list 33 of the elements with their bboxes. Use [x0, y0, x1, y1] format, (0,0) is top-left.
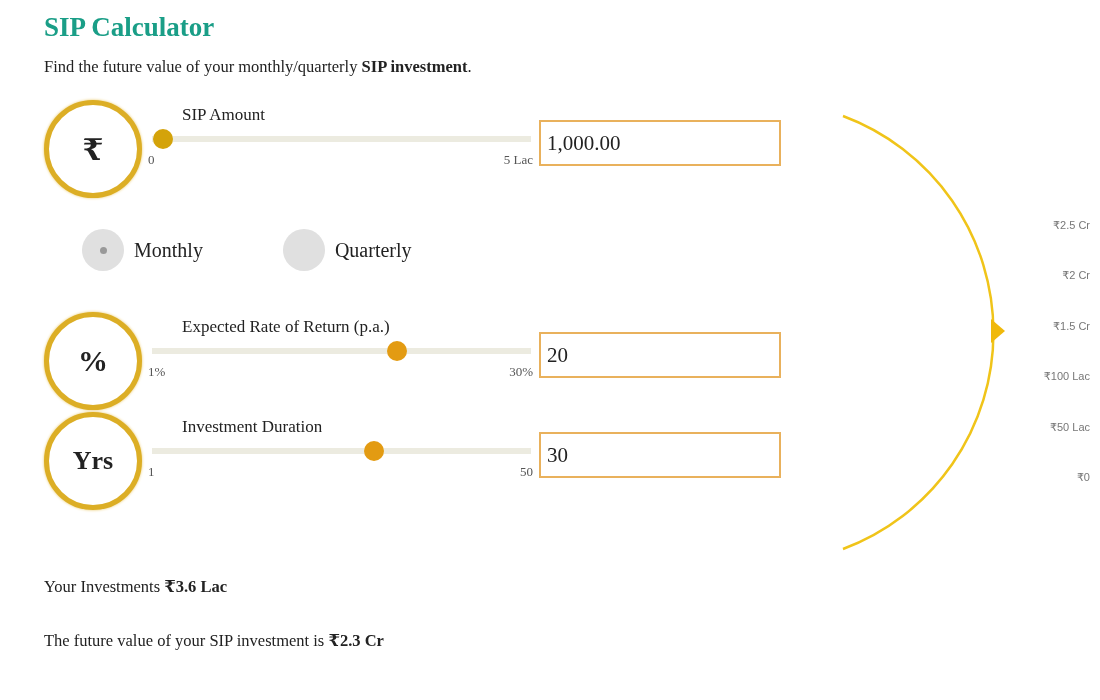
gauge-scale-label: ₹2 Cr	[1062, 268, 1090, 284]
radio-label[interactable]: Monthly	[134, 238, 203, 262]
slider-label: SIP Amount	[182, 104, 265, 126]
slider-max: 5 Lac	[503, 152, 533, 168]
icon-badge: ₹	[44, 100, 142, 198]
value-field[interactable]: 20	[539, 332, 781, 378]
gauge-scale-label: ₹1.5 Cr	[1053, 318, 1090, 334]
gauge-scale-label: ₹2.5 Cr	[1053, 218, 1090, 233]
slider-min: 0	[148, 152, 155, 168]
radio-button[interactable]	[282, 229, 325, 271]
slider-max: 50	[520, 464, 533, 480]
slider-thumb[interactable]	[387, 341, 408, 361]
icon-badge: Yrs	[44, 412, 142, 510]
slider-label: Expected Rate of Return (p.a.)	[182, 316, 390, 338]
gauge-scale-label: ₹50 Lac	[1049, 419, 1090, 435]
slider-max: 30%	[509, 364, 533, 380]
slider-label: Investment Duration	[182, 416, 323, 438]
gauge-scale-label: ₹0	[1076, 469, 1090, 485]
slider-thumb[interactable]	[363, 441, 384, 461]
gauge-scale-label: ₹100 Lac	[1043, 369, 1090, 385]
page-title: SIP Calculator	[44, 11, 216, 44]
slider-thumb[interactable]	[152, 129, 173, 149]
page-subtitle: Find the future value of your monthly/quarterly SIP investment.	[44, 56, 473, 78]
value-field[interactable]: 30	[539, 432, 781, 478]
slider-min: 1%	[148, 364, 166, 380]
radio-label[interactable]: Quarterly	[334, 238, 412, 262]
gauge-pointer	[991, 319, 1005, 343]
result-text: Your Investments ₹3.6 Lac	[44, 576, 229, 598]
value-field[interactable]: 1,000.00	[539, 120, 781, 166]
icon-badge: %	[44, 312, 142, 410]
radio-button[interactable]	[82, 229, 124, 271]
slider-min: 1	[148, 464, 155, 480]
result-text: The future value of your SIP investment is ₹2.3 Cr	[44, 630, 385, 652]
